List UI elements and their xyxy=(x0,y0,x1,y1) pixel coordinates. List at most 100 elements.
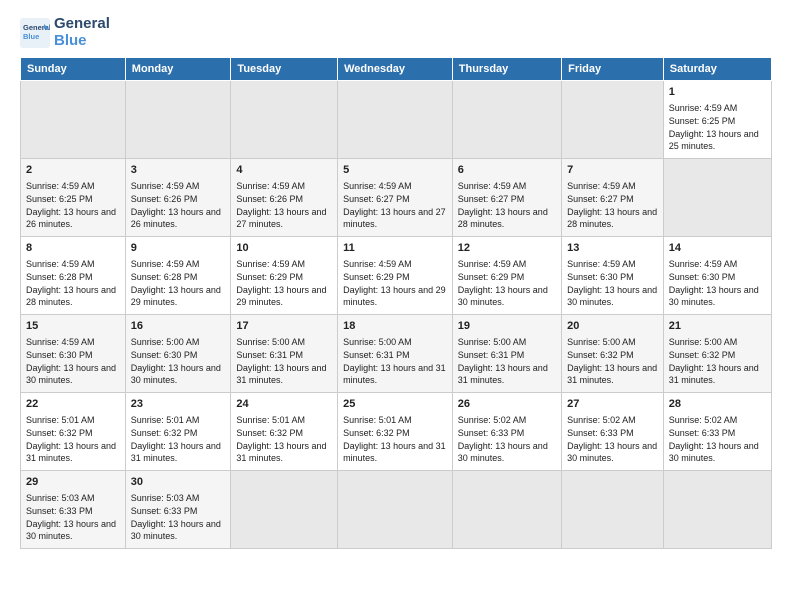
calendar-cell: 19Sunrise: 5:00 AMSunset: 6:31 PMDayligh… xyxy=(452,315,561,393)
day-number: 16 xyxy=(131,319,226,334)
calendar-day-header: Monday xyxy=(125,58,231,81)
daylight-text: Daylight: 13 hours and 31 minutes. xyxy=(236,363,326,386)
sunset-text: Sunset: 6:33 PM xyxy=(458,428,525,438)
calendar-cell: 28Sunrise: 5:02 AMSunset: 6:33 PMDayligh… xyxy=(663,393,771,471)
calendar-cell: 23Sunrise: 5:01 AMSunset: 6:32 PMDayligh… xyxy=(125,393,231,471)
daylight-text: Daylight: 13 hours and 28 minutes. xyxy=(567,207,657,230)
daylight-text: Daylight: 13 hours and 31 minutes. xyxy=(26,441,116,464)
sunset-text: Sunset: 6:28 PM xyxy=(26,272,93,282)
daylight-text: Daylight: 13 hours and 31 minutes. xyxy=(343,441,446,464)
calendar-cell: 15Sunrise: 4:59 AMSunset: 6:30 PMDayligh… xyxy=(21,315,126,393)
sunrise-text: Sunrise: 5:00 AM xyxy=(236,337,305,347)
daylight-text: Daylight: 13 hours and 29 minutes. xyxy=(131,285,221,308)
calendar-cell: 21Sunrise: 5:00 AMSunset: 6:32 PMDayligh… xyxy=(663,315,771,393)
day-number: 1 xyxy=(669,85,766,100)
sunrise-text: Sunrise: 4:59 AM xyxy=(131,259,200,269)
calendar-cell: 27Sunrise: 5:02 AMSunset: 6:33 PMDayligh… xyxy=(562,393,664,471)
calendar-cell: 7Sunrise: 4:59 AMSunset: 6:27 PMDaylight… xyxy=(562,159,664,237)
sunset-text: Sunset: 6:30 PM xyxy=(669,272,736,282)
calendar-cell: 20Sunrise: 5:00 AMSunset: 6:32 PMDayligh… xyxy=(562,315,664,393)
calendar-cell: 8 Sunrise: 4:59 AM Sunset: 6:28 PM Daylight… xyxy=(21,237,126,315)
sunset-text: Sunset: 6:25 PM xyxy=(669,116,736,126)
day-number: 12 xyxy=(458,241,556,256)
day-number: 28 xyxy=(669,397,766,412)
calendar-day-header: Tuesday xyxy=(231,58,338,81)
logo: General Blue General Blue xyxy=(20,16,110,49)
calendar-cell: 4Sunrise: 4:59 AMSunset: 6:26 PMDaylight… xyxy=(231,159,338,237)
sunset-text: Sunset: 6:30 PM xyxy=(567,272,634,282)
day-number: 5 xyxy=(343,163,447,178)
calendar-cell: 13Sunrise: 4:59 AMSunset: 6:30 PMDayligh… xyxy=(562,237,664,315)
sunset-text: Sunset: 6:32 PM xyxy=(669,350,736,360)
calendar-cell: 17 Sunrise: 5:00 AM Sunset: 6:31 PM Dayligh… xyxy=(231,315,338,393)
day-number: 11 xyxy=(343,241,447,256)
sunset-text: Sunset: 6:30 PM xyxy=(131,350,198,360)
sunrise-text: Sunrise: 5:03 AM xyxy=(26,493,95,503)
calendar-week-row: 1Sunrise: 4:59 AMSunset: 6:25 PMDaylight… xyxy=(21,81,772,159)
sunset-text: Sunset: 6:32 PM xyxy=(131,428,198,438)
calendar-cell: 14Sunrise: 4:59 AMSunset: 6:30 PMDayligh… xyxy=(663,237,771,315)
day-number: 14 xyxy=(669,241,766,256)
daylight-text: Daylight: 13 hours and 30 minutes. xyxy=(669,441,759,464)
daylight-text: Daylight: 13 hours and 27 minutes. xyxy=(343,207,446,230)
calendar-day-header: Sunday xyxy=(21,58,126,81)
daylight-text: Daylight: 13 hours and 31 minutes. xyxy=(669,363,759,386)
sunrise-text: Sunrise: 5:01 AM xyxy=(236,415,305,425)
sunrise-text: Sunrise: 4:59 AM xyxy=(458,181,527,191)
sunset-text: Sunset: 6:29 PM xyxy=(458,272,525,282)
daylight-text: Daylight: 13 hours and 28 minutes. xyxy=(26,285,116,308)
daylight-text: Daylight: 13 hours and 30 minutes. xyxy=(567,441,657,464)
daylight-text: Daylight: 13 hours and 31 minutes. xyxy=(236,441,326,464)
calendar-cell: 25Sunrise: 5:01 AMSunset: 6:32 PMDayligh… xyxy=(338,393,453,471)
daylight-text: Daylight: 13 hours and 29 minutes. xyxy=(236,285,326,308)
day-number: 26 xyxy=(458,397,556,412)
sunset-text: Sunset: 6:28 PM xyxy=(131,272,198,282)
calendar-cell xyxy=(663,159,771,237)
sunrise-text: Sunrise: 5:00 AM xyxy=(458,337,527,347)
sunrise-text: Sunrise: 5:01 AM xyxy=(26,415,95,425)
daylight-text: Daylight: 13 hours and 28 minutes. xyxy=(458,207,548,230)
calendar-cell: 18Sunrise: 5:00 AMSunset: 6:31 PMDayligh… xyxy=(338,315,453,393)
daylight-text: Daylight: 13 hours and 30 minutes. xyxy=(131,363,221,386)
day-number: 22 xyxy=(26,397,120,412)
sunset-text: Sunset: 6:26 PM xyxy=(131,194,198,204)
day-number: 17 xyxy=(236,319,332,334)
calendar-cell: 22Sunrise: 5:01 AMSunset: 6:32 PMDayligh… xyxy=(21,393,126,471)
daylight-text: Daylight: 13 hours and 30 minutes. xyxy=(567,285,657,308)
day-number: 13 xyxy=(567,241,658,256)
sunrise-text: Sunrise: 4:59 AM xyxy=(26,259,95,269)
daylight-text: Daylight: 13 hours and 27 minutes. xyxy=(236,207,326,230)
sunset-text: Sunset: 6:31 PM xyxy=(236,350,303,360)
calendar-cell xyxy=(338,471,453,549)
day-number: 30 xyxy=(131,475,226,490)
header: General Blue General Blue xyxy=(20,16,772,49)
calendar-cell xyxy=(338,81,453,159)
sunrise-text: Sunrise: 4:59 AM xyxy=(669,103,738,113)
sunrise-text: Sunrise: 4:59 AM xyxy=(343,181,412,191)
sunrise-text: Sunrise: 4:59 AM xyxy=(236,259,305,269)
sunset-text: Sunset: 6:31 PM xyxy=(458,350,525,360)
sunrise-text: Sunrise: 4:59 AM xyxy=(458,259,527,269)
sunset-text: Sunset: 6:30 PM xyxy=(26,350,93,360)
daylight-text: Daylight: 13 hours and 31 minutes. xyxy=(131,441,221,464)
day-number: 8 xyxy=(26,241,120,256)
calendar-cell xyxy=(231,81,338,159)
calendar-table: SundayMondayTuesdayWednesdayThursdayFrid… xyxy=(20,57,772,549)
day-number: 4 xyxy=(236,163,332,178)
calendar-cell: 26Sunrise: 5:02 AMSunset: 6:33 PMDayligh… xyxy=(452,393,561,471)
calendar-cell: 2Sunrise: 4:59 AMSunset: 6:25 PMDaylight… xyxy=(21,159,126,237)
day-number: 19 xyxy=(458,319,556,334)
calendar-week-row: 2Sunrise: 4:59 AMSunset: 6:25 PMDaylight… xyxy=(21,159,772,237)
calendar-cell xyxy=(231,471,338,549)
daylight-text: Daylight: 13 hours and 31 minutes. xyxy=(567,363,657,386)
calendar-cell: 3Sunrise: 4:59 AMSunset: 6:26 PMDaylight… xyxy=(125,159,231,237)
logo-text: General xyxy=(54,16,110,33)
calendar-cell xyxy=(125,81,231,159)
daylight-text: Daylight: 13 hours and 30 minutes. xyxy=(458,441,548,464)
calendar-cell xyxy=(663,471,771,549)
sunset-text: Sunset: 6:27 PM xyxy=(567,194,634,204)
sunset-text: Sunset: 6:26 PM xyxy=(236,194,303,204)
calendar-day-header: Wednesday xyxy=(338,58,453,81)
sunrise-text: Sunrise: 5:00 AM xyxy=(567,337,636,347)
day-number: 2 xyxy=(26,163,120,178)
